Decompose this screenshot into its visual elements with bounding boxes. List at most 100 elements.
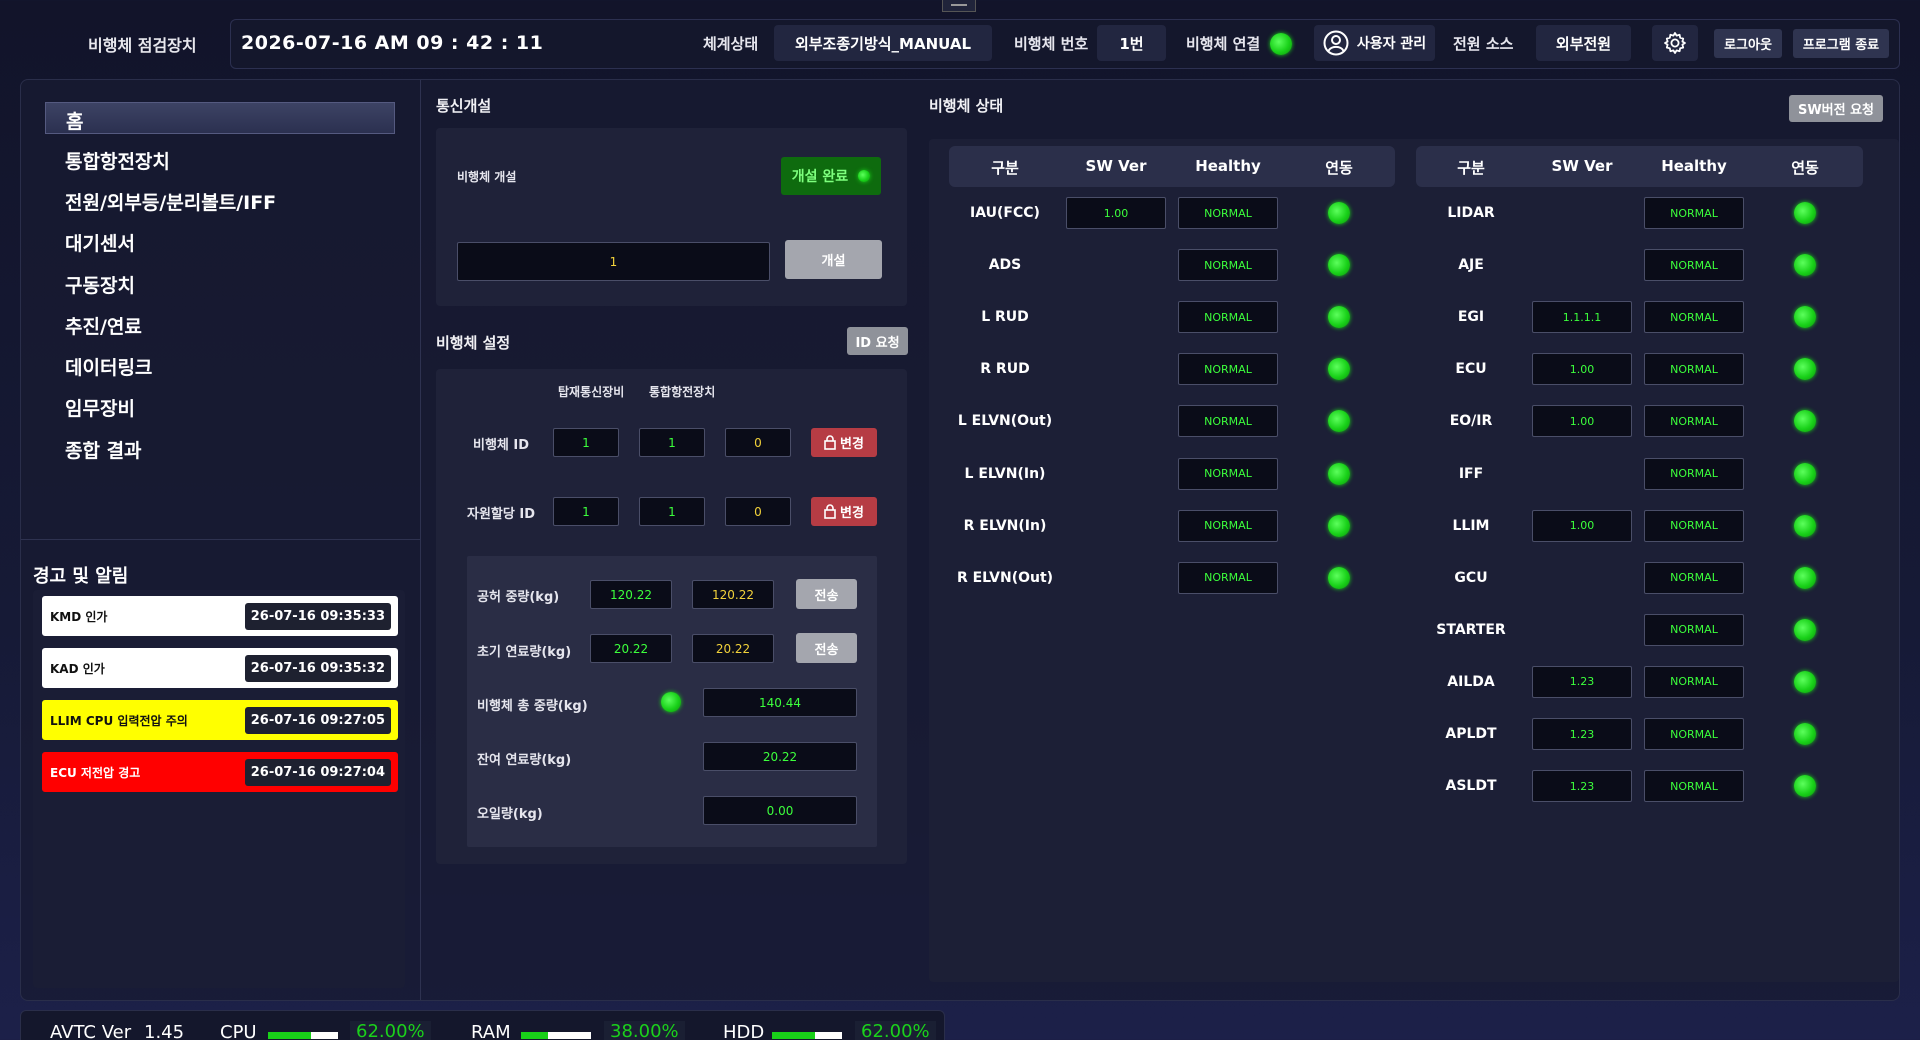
alert-text: ECU 저전압 경고 xyxy=(50,765,141,780)
sidebar-item-power[interactable]: 전원/외부등/분리볼트/IFF xyxy=(65,188,276,215)
settings-button[interactable] xyxy=(1652,25,1698,61)
vehicle-id-field[interactable]: 1 xyxy=(553,428,619,457)
health-status-cell: NORMAL xyxy=(1178,561,1278,594)
oil-label: 오일량(kg) xyxy=(477,807,543,822)
user-icon xyxy=(1323,30,1349,56)
health-status-cell: NORMAL xyxy=(1644,353,1744,386)
empty-weight-send-button[interactable]: 전송 xyxy=(796,579,857,609)
exit-program-button[interactable]: 프로그램 종료 xyxy=(1793,29,1889,58)
oil-field: 0.00 xyxy=(703,796,857,825)
health-status-cell: NORMAL xyxy=(1178,197,1278,229)
sidebar-item-mission-equipment[interactable]: 임무장비 xyxy=(65,394,135,421)
user-management-button[interactable]: 사용자 관리 xyxy=(1314,25,1435,61)
initial-fuel-field[interactable]: 20.22 xyxy=(590,634,672,663)
column-header-integrated-avionics: 통합항전장치 xyxy=(649,385,716,399)
alert-item[interactable]: KMD 인가 26-07-16 09:35:33 xyxy=(42,596,398,636)
sidebar-item-home[interactable]: 홈 xyxy=(45,102,395,134)
status-row-name: GCU xyxy=(1454,569,1488,586)
link-status-led xyxy=(1328,566,1350,589)
open-status-led xyxy=(858,170,871,182)
resource-id-change-button[interactable]: 변경 xyxy=(811,497,877,526)
column-header-category: 구분 xyxy=(1457,159,1485,177)
alert-item-warning[interactable]: LLIM CPU 입력전압 주의 26-07-16 09:27:05 xyxy=(42,700,398,740)
column-header-sw-version: SW Ver xyxy=(1085,157,1147,175)
sw-version-cell: 1.23 xyxy=(1532,665,1632,698)
lock-icon xyxy=(824,435,836,450)
alert-time: 26-07-16 09:35:32 xyxy=(244,654,391,682)
link-status-led xyxy=(1794,670,1816,693)
link-status-led xyxy=(1328,514,1350,537)
initial-fuel-field[interactable]: 20.22 xyxy=(692,634,774,663)
health-status-cell: NORMAL xyxy=(1644,249,1744,282)
column-header-link: 연동 xyxy=(1791,159,1819,177)
power-source-label: 전원 소스 xyxy=(1453,35,1514,53)
status-row-name: IFF xyxy=(1458,465,1484,482)
alert-time: 26-07-16 09:27:04 xyxy=(244,758,391,786)
status-row-name: AILDA xyxy=(1447,673,1495,690)
link-status-led xyxy=(1328,462,1350,485)
sidebar-item-propulsion-fuel[interactable]: 추진/연료 xyxy=(65,312,142,339)
vehicle-id-field[interactable]: 1 xyxy=(639,428,705,457)
window-drag-handle[interactable] xyxy=(942,0,976,12)
sidebar-item-actuator[interactable]: 구동장치 xyxy=(65,271,135,298)
link-status-led xyxy=(1328,254,1350,277)
empty-weight-field[interactable]: 120.22 xyxy=(590,580,672,609)
menu-divider xyxy=(21,539,420,540)
remaining-fuel-field: 20.22 xyxy=(703,742,857,771)
sw-version-cell: 1.00 xyxy=(1532,405,1632,438)
vehicle-link-label: 비행체 연결 xyxy=(1186,35,1261,53)
sw-version-cell: 1.00 xyxy=(1532,353,1632,386)
resource-id-field[interactable]: 1 xyxy=(553,497,619,526)
hdd-usage-bar xyxy=(772,1032,842,1039)
alerts-title: 경고 및 알림 xyxy=(33,566,129,587)
alert-item[interactable]: KAD 인가 26-07-16 09:35:32 xyxy=(42,648,398,688)
change-label: 변경 xyxy=(840,437,864,452)
hdd-label: HDD xyxy=(723,1022,765,1040)
sidebar-item-integrated-avionics[interactable]: 통합항전장치 xyxy=(65,147,170,174)
sw-version-request-button[interactable]: SW버전 요청 xyxy=(1789,95,1883,122)
resource-id-field[interactable]: 1 xyxy=(639,497,705,526)
empty-weight-field[interactable]: 120.22 xyxy=(692,580,774,609)
ram-label: RAM xyxy=(471,1022,511,1040)
status-row-name: IAU(FCC) xyxy=(970,205,1040,221)
status-row-name: EO/IR xyxy=(1449,413,1493,430)
link-status-led xyxy=(1794,254,1816,277)
link-status-led xyxy=(1794,618,1816,641)
logout-button[interactable]: 로그아웃 xyxy=(1714,29,1782,58)
ram-usage-value: 38.00% xyxy=(604,1021,685,1040)
health-status-cell: NORMAL xyxy=(1178,301,1278,334)
empty-weight-label: 공허 중량(kg) xyxy=(477,590,560,605)
vehicle-link-status-led xyxy=(1270,33,1292,55)
health-status-cell: NORMAL xyxy=(1644,197,1744,229)
health-status-cell: NORMAL xyxy=(1644,665,1744,698)
health-status-cell: NORMAL xyxy=(1644,561,1744,594)
sidebar-divider xyxy=(420,80,421,1000)
id-request-button[interactable]: ID 요청 xyxy=(847,327,908,355)
vehicle-id-field[interactable]: 0 xyxy=(725,428,791,457)
initial-fuel-send-button[interactable]: 전송 xyxy=(796,633,857,663)
change-label: 변경 xyxy=(840,506,864,521)
avtc-version-label: AVTC Ver xyxy=(50,1022,132,1040)
sidebar-item-summary[interactable]: 종합 결과 xyxy=(65,436,142,463)
status-row-name: L ELVN(In) xyxy=(964,465,1046,482)
sidebar-item-air-sensor[interactable]: 대기센서 xyxy=(65,229,135,256)
vehicle-id-change-button[interactable]: 변경 xyxy=(811,428,877,457)
link-status-led xyxy=(1794,462,1816,485)
status-row-name: L ELVN(Out) xyxy=(957,413,1053,430)
power-source-value: 외부전원 xyxy=(1536,25,1631,61)
hdd-usage-value: 62.00% xyxy=(855,1021,936,1040)
column-header-healthy: Healthy xyxy=(1661,157,1727,175)
health-status-cell: NORMAL xyxy=(1644,301,1744,334)
system-state-value: 외부조종기방식_MANUAL xyxy=(774,25,992,61)
link-status-led xyxy=(1794,566,1816,589)
resource-id-field[interactable]: 0 xyxy=(725,497,791,526)
total-weight-status-led xyxy=(661,692,681,712)
total-weight-label: 비행체 총 중량(kg) xyxy=(477,699,588,714)
open-button[interactable]: 개설 xyxy=(785,240,882,279)
vehicle-open-input[interactable]: 1 xyxy=(457,242,770,281)
alert-item-critical[interactable]: ECU 저전압 경고 26-07-16 09:27:04 xyxy=(42,752,398,792)
user-management-label: 사용자 관리 xyxy=(1356,36,1427,52)
health-status-cell: NORMAL xyxy=(1178,405,1278,438)
cpu-label: CPU xyxy=(220,1022,257,1040)
sidebar-item-datalink[interactable]: 데이터링크 xyxy=(65,353,152,380)
